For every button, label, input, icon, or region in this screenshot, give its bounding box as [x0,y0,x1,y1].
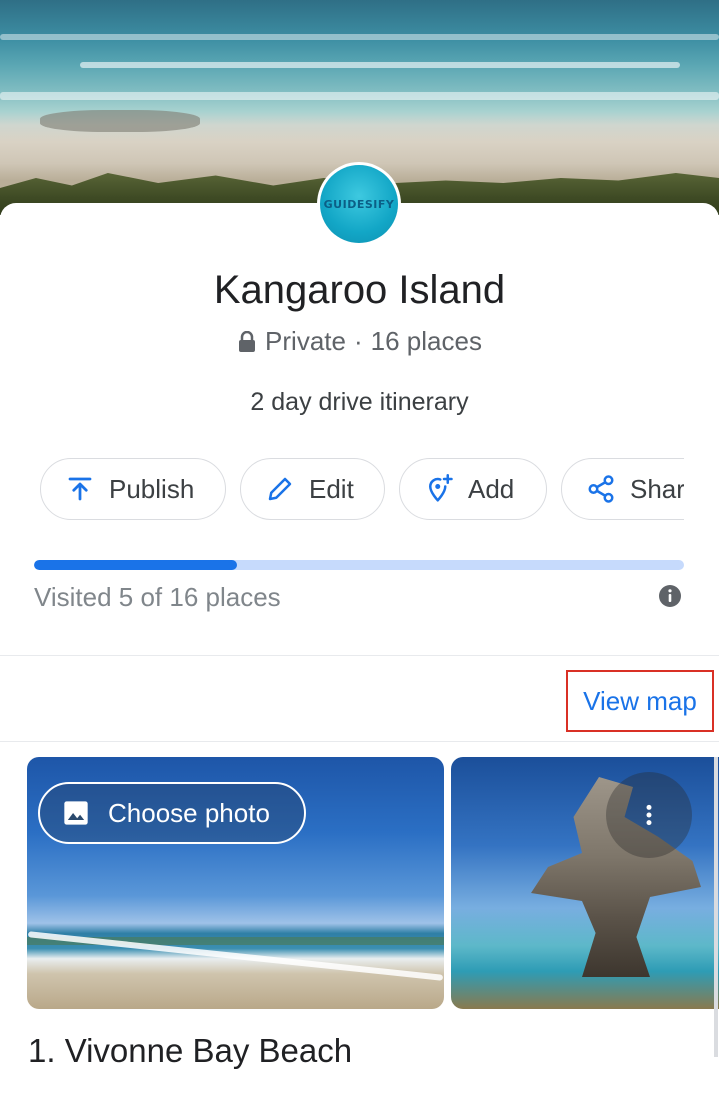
add-label: Add [468,473,515,504]
choose-photo-button[interactable]: Choose photo [38,782,306,844]
privacy-label: Private [265,326,346,356]
places-count: 16 places [370,326,482,356]
list-description: 2 day drive itinerary [250,388,469,416]
visited-label: Visited 5 of 16 places [34,582,281,612]
visited-progress-bar [34,560,684,570]
add-button[interactable]: Add [399,458,547,520]
edit-button[interactable]: Edit [240,458,385,520]
action-chips: Publish Edit Add Share [40,458,684,524]
image-icon [64,801,88,825]
visited-progress-fill [34,560,238,570]
divider [0,655,719,656]
share-label: Share [630,473,684,504]
edit-label: Edit [309,473,354,504]
place-title[interactable]: 1. Vivonne Bay Beach [28,1032,352,1070]
lock-icon [239,330,256,352]
publish-button[interactable]: Publish [40,458,226,520]
scrollbar[interactable] [714,757,718,1057]
share-icon [588,475,614,503]
list-avatar[interactable]: GUIDESIFY [317,162,401,246]
upload-icon [68,477,92,501]
more-vert-icon [646,804,652,826]
add-place-icon [428,474,453,502]
view-map-button[interactable]: View map [566,670,714,732]
publish-label: Publish [109,473,195,504]
list-title: Kangaroo Island [213,268,506,312]
info-icon[interactable] [658,584,682,608]
avatar-logo-text: GUIDESIFY [323,197,395,211]
choose-photo-label: Choose photo [108,797,270,828]
list-meta: Private · 16 places [0,326,719,357]
divider [0,741,719,742]
more-options-button[interactable] [606,772,692,858]
meta-separator: · [353,326,363,356]
pencil-icon [268,477,292,501]
share-button[interactable]: Share [561,458,684,520]
